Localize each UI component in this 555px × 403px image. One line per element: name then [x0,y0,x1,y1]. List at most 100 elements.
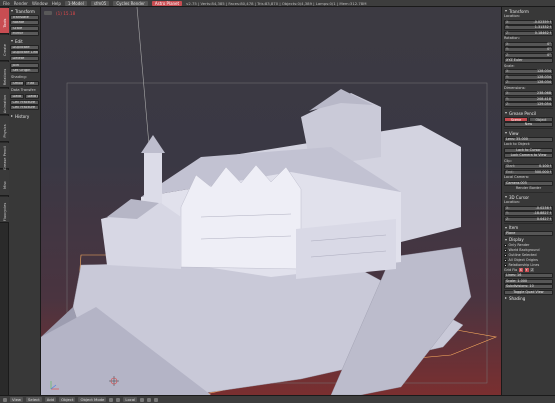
transform-panel-header[interactable]: Transform [10,8,39,14]
scale-label: Scale: [504,63,515,68]
tab-physics[interactable]: Physics [0,116,9,142]
rotation-mode-select[interactable]: XYZ Euler [504,58,553,63]
dimensions-z-field[interactable]: Z: 129.054 [504,102,553,107]
scale-x-field[interactable]: X: 128.034 [504,69,553,74]
menu-help[interactable]: Help [52,1,61,6]
rotate-button[interactable]: Rotate [10,20,39,25]
join-button[interactable]: Join [10,62,39,68]
add-menu[interactable]: Add [44,397,57,402]
tab-tools[interactable]: Tools [0,8,9,34]
cursor-x-field[interactable]: X: -0.0236 f [504,205,553,211]
local-camera-field[interactable]: Camera.005 [504,180,553,186]
grid-scale-field[interactable]: Scale: 1.000 [504,278,553,284]
shading-mode-icon[interactable] [109,397,114,402]
grid-y-toggle[interactable]: Y [524,268,529,272]
collapse-triangle-icon [505,132,507,134]
menu-render[interactable]: Render [14,1,28,6]
duplicate-linked-button[interactable]: Duplicate Linked [10,50,39,55]
scene-selector[interactable]: sfm05 [90,0,110,6]
tool-shelf: Transform Translate Rotate Scale Mirror … [9,7,41,395]
shading-props-header[interactable]: Shading [504,295,553,301]
lock-to-cursor-toggle[interactable]: Lock to Cursor [504,147,553,153]
scene-stats: v2.75 | Verts:84,385 | Faces:80,478 | Tr… [186,0,367,6]
delete-button[interactable]: Delete [10,55,39,61]
data-transfer-label: Data Transfer: [11,88,37,92]
editor-type-icon[interactable] [3,397,7,402]
grid-z-toggle[interactable]: Z [530,268,535,272]
menu-file[interactable]: File [3,1,10,6]
grease-pencil-header[interactable]: Grease Pencil [504,110,553,116]
translate-button[interactable]: Translate [10,14,39,20]
tab-animation[interactable]: Animation [0,89,9,115]
cursor-z-field[interactable]: Z: 0.0427 f [504,216,553,222]
new-grease-pencil-button[interactable]: New [504,122,553,127]
menu-window[interactable]: Window [32,1,48,6]
render-engine-selector[interactable]: Cycles Render [113,0,148,6]
location-x-field[interactable]: X: -0.02359 f [504,19,553,25]
snap-icon[interactable] [147,397,152,402]
smooth-button[interactable]: Smooth [10,80,24,86]
history-panel-header[interactable]: History [10,113,39,119]
location-y-field[interactable]: Y: 1.31332 f [504,25,553,30]
set-origin-button[interactable]: Set Origin [10,68,39,73]
grease-pencil-source-tabs: Scene Object [504,116,553,122]
tab-create[interactable]: Create [0,35,9,61]
grid-floor-label: Grid Flo [504,268,518,272]
item-header[interactable]: Item [504,225,553,231]
grid-x-toggle[interactable]: X [518,268,523,272]
cell-fracture-button[interactable]: Cell Fracture [10,99,39,105]
view-menu[interactable]: View [10,397,24,402]
tab-relations[interactable]: Relations [0,62,9,88]
clip-start-field[interactable]: Start: 0.100 f [504,164,553,169]
lock-to-object-label: Lock to Object: [504,142,531,146]
tab-grease-pencil[interactable]: Grease Pencil [0,143,9,170]
flat-button[interactable]: Flat [25,80,39,86]
dimensions-y-field[interactable]: Y: 208.418 [504,96,553,102]
lock-camera-to-view-toggle[interactable]: Lock Camera to View [504,153,553,158]
tab-fluxcycles[interactable]: Fluxcycles [0,197,9,223]
shading-buttons: Smooth Flat [10,80,39,86]
layers-icon[interactable] [140,397,145,402]
rotation-x-field[interactable]: X: 0° [504,41,553,47]
grid-subdivisions-field[interactable]: Subdivisions: 10 [504,284,553,289]
rotation-y-field[interactable]: Y: 0° [504,47,553,52]
rotation-z-field[interactable]: Z: 0° [504,52,553,58]
data-button[interactable]: Data [10,93,24,99]
cell-fracture-button-2[interactable]: Cell Fracture [10,105,39,110]
clip-end-field[interactable]: End: 500.000 f [504,169,553,175]
cursor-y-field[interactable]: Y: -18.8827 f [504,211,553,216]
expand-triangle-icon [11,115,13,117]
item-name-field[interactable]: Plane [504,231,553,236]
active-object-button[interactable]: Astro Planet [151,0,183,6]
duplicate-button[interactable]: Duplicate [10,44,39,50]
dimensions-x-field[interactable]: X: 238.068 [504,91,553,96]
data-layout-button[interactable]: Data Lay [25,93,39,99]
grid-lines-field[interactable]: Lines: 16 [504,273,553,278]
divider [504,128,553,129]
local-camera-label: Local Camera: [504,175,530,179]
select-menu[interactable]: Select [26,397,42,402]
location-z-field[interactable]: Z: 0.18462 f [504,30,553,36]
collapse-triangle-icon [11,40,13,42]
collapse-triangle-icon [505,196,507,198]
scale-button[interactable]: Scale [10,25,39,31]
object-menu[interactable]: Object [59,397,76,402]
scale-y-field[interactable]: Y: 128.034 [504,74,553,80]
scale-z-field[interactable]: Z: 128.034 [504,80,553,85]
layout-selector[interactable]: 1-Model [64,0,87,6]
mirror-button[interactable]: Mirror [10,31,39,36]
tab-scene[interactable]: Scene [504,116,528,122]
tab-misc[interactable]: Misc [0,170,9,196]
orientation-selector[interactable]: Local [123,397,138,402]
checkbox-icon [504,253,507,257]
render-icon[interactable] [154,397,159,402]
view-header[interactable]: View [504,130,553,136]
tab-object[interactable]: Object [529,116,553,122]
3d-viewport[interactable]: (1) 15.18 [41,7,501,395]
render-border-toggle[interactable]: Render Border [504,186,553,191]
lens-field[interactable]: Lens: 35.000 [504,136,553,142]
mode-selector[interactable]: Object Mode [78,397,107,402]
edit-panel-header[interactable]: Edit [10,38,39,44]
toggle-quad-view-button[interactable]: Toggle Quad View [504,289,553,295]
pivot-icon[interactable] [116,397,121,402]
